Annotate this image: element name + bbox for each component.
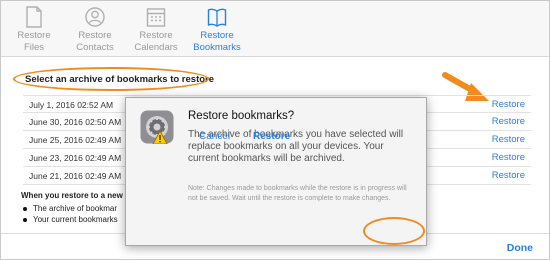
archive-date: July 1, 2016 02:52 AM bbox=[29, 100, 114, 110]
archive-date: June 30, 2016 02:50 AM bbox=[29, 117, 122, 127]
book-icon bbox=[207, 8, 227, 27]
restore-highlight-ring bbox=[363, 217, 425, 245]
tool-restore-bookmarks[interactable]: Restore Bookmarks bbox=[188, 5, 246, 53]
file-icon bbox=[26, 6, 42, 28]
tool-restore-contacts[interactable]: Restore Contacts bbox=[66, 5, 124, 53]
archive-date: June 25, 2016 02:49 AM bbox=[29, 135, 122, 145]
done-button[interactable]: Done bbox=[507, 242, 533, 254]
bullet-text: The archive of bookmar bbox=[33, 204, 118, 213]
tool-label-line2: Files bbox=[23, 42, 45, 53]
tool-label-line2: Contacts bbox=[76, 42, 114, 53]
bullet-item: The archive of bookmar bbox=[23, 203, 118, 214]
restore-bullets: The archive of bookmar Your current book… bbox=[23, 203, 118, 225]
cancel-button[interactable]: Cancel bbox=[199, 131, 230, 142]
archive-date: June 23, 2016 02:49 AM bbox=[29, 153, 122, 163]
toolbar: Restore Files Restore Contacts Restore C… bbox=[1, 1, 549, 57]
bullet-item: Your current bookmarks bbox=[23, 214, 118, 225]
app-window: Restore Files Restore Contacts Restore C… bbox=[0, 0, 550, 260]
row-restore-link[interactable]: Restore bbox=[492, 134, 525, 145]
tool-restore-calendars[interactable]: Restore Calendars bbox=[127, 5, 185, 53]
row-restore-link[interactable]: Restore bbox=[492, 152, 525, 163]
tool-label-line1: Restore bbox=[17, 30, 51, 41]
row-restore-link[interactable]: Restore bbox=[492, 170, 525, 181]
row-restore-link[interactable]: Restore bbox=[492, 116, 525, 127]
tool-restore-files[interactable]: Restore Files bbox=[5, 5, 63, 53]
restore-note: When you restore to a new bbox=[21, 191, 123, 200]
bullet-text: Your current bookmarks bbox=[33, 215, 118, 224]
calendar-icon bbox=[146, 8, 166, 27]
dialog-note: Note: Changes made to bookmarks while th… bbox=[188, 185, 407, 202]
heading-highlight-ring bbox=[13, 67, 209, 91]
confirm-restore-button[interactable]: Restore bbox=[253, 131, 290, 142]
settings-gear-icon bbox=[140, 110, 174, 144]
tool-label-line1: Restore bbox=[200, 30, 234, 41]
bullet-dot-icon bbox=[23, 206, 27, 211]
tool-label-line1: Restore bbox=[78, 30, 112, 41]
tool-label-line2: Calendars bbox=[134, 42, 178, 53]
dialog-title: Restore bookmarks? bbox=[188, 110, 295, 122]
row-restore-link[interactable]: Restore bbox=[492, 99, 525, 110]
tool-label-line2: Bookmarks bbox=[193, 42, 241, 53]
tool-label-line1: Restore bbox=[139, 30, 173, 41]
archive-date: June 21, 2016 02:49 AM bbox=[29, 171, 122, 181]
contact-icon bbox=[85, 7, 105, 27]
bullet-dot-icon bbox=[23, 217, 27, 222]
